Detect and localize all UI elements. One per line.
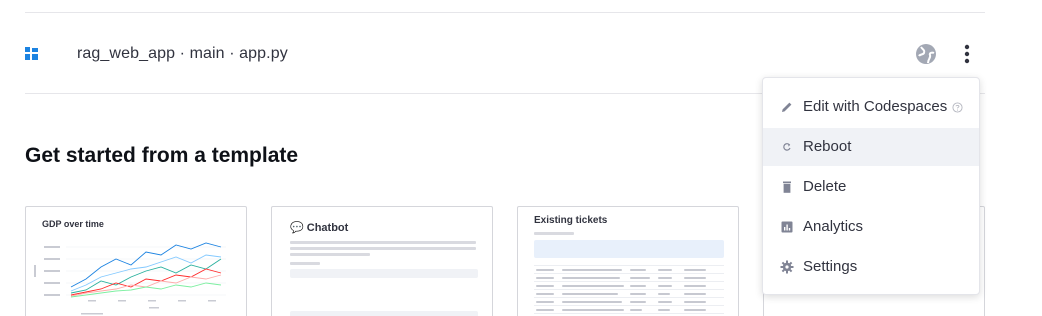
table-row (534, 289, 724, 290)
gdp-chart-thumbnail (34, 242, 226, 315)
table-cell (536, 309, 554, 311)
description-line (290, 253, 370, 256)
top-divider (25, 12, 985, 13)
app-actions-menu: Edit with Codespaces Reboot Delete Analy… (762, 77, 980, 295)
table-cell (684, 293, 706, 295)
app-row[interactable]: rag_web_app · main · app.py (25, 36, 985, 72)
table-cell (684, 301, 706, 303)
menu-item-settings[interactable]: Settings (763, 248, 979, 286)
table-cell (630, 277, 650, 279)
table-cell (684, 277, 706, 279)
menu-item-label: Settings (803, 258, 858, 275)
table-cell (536, 277, 554, 279)
menu-item-reboot[interactable]: Reboot (763, 128, 979, 166)
table-cell (536, 301, 554, 303)
menu-item-label: Reboot (803, 138, 852, 155)
table-cell (658, 269, 672, 271)
pencil-icon (782, 102, 792, 112)
trash-icon (783, 181, 791, 193)
template-card-tickets[interactable]: Existing tickets (517, 206, 739, 316)
streamlit-app-icon (25, 47, 38, 60)
menu-item-edit-codespaces[interactable]: Edit with Codespaces (763, 88, 979, 126)
menu-item-label: Delete (803, 178, 847, 195)
api-key-input (290, 269, 478, 278)
table-row (534, 265, 724, 266)
chat-input (290, 311, 478, 316)
globe-icon[interactable] (914, 42, 938, 66)
refresh-icon (783, 143, 791, 151)
table-cell (658, 309, 670, 311)
table-row (534, 313, 724, 314)
table-cell (684, 309, 706, 311)
info-banner (534, 240, 724, 258)
table-cell (630, 301, 646, 303)
menu-item-label: Edit with Codespaces (803, 98, 948, 115)
table-cell (536, 293, 554, 295)
template-card-gdp[interactable]: GDP over time (25, 206, 247, 316)
description-line (290, 241, 476, 244)
card-title: Existing tickets (534, 215, 608, 226)
table-cell (562, 293, 618, 295)
description-line (290, 247, 476, 250)
table-cell (562, 277, 620, 279)
table-cell (630, 309, 642, 311)
table-row (534, 297, 724, 298)
table-cell (684, 285, 706, 287)
table-row (534, 273, 724, 274)
table-cell (630, 269, 646, 271)
table-cell (630, 293, 646, 295)
more-vertical-icon[interactable] (957, 42, 977, 66)
menu-item-analytics[interactable]: Analytics (763, 208, 979, 246)
table-row (534, 281, 724, 282)
menu-item-label: Analytics (803, 218, 864, 235)
analytics-icon (781, 221, 793, 233)
card-title: 💬 Chatbot (290, 222, 349, 234)
app-name[interactable]: rag_web_app · main · app.py (77, 45, 288, 63)
template-card-chatbot[interactable]: 💬 Chatbot (271, 206, 493, 316)
table-cell (562, 269, 622, 271)
table-cell (684, 269, 706, 271)
table-cell (536, 285, 554, 287)
section-title: Get started from a template (25, 144, 299, 167)
gear-icon (780, 260, 794, 274)
table-row (534, 305, 724, 306)
table-cell (562, 301, 622, 303)
menu-item-delete[interactable]: Delete (763, 168, 979, 206)
table-cell (562, 285, 624, 287)
table-cell (658, 285, 672, 287)
field-label (290, 262, 320, 265)
table-cell (658, 277, 672, 279)
table-cell (630, 285, 646, 287)
help-circle-icon[interactable] (952, 102, 963, 113)
ticket-count-label (534, 232, 574, 235)
table-cell (562, 309, 624, 311)
table-cell (658, 301, 672, 303)
table-cell (658, 293, 670, 295)
table-cell (536, 269, 554, 271)
